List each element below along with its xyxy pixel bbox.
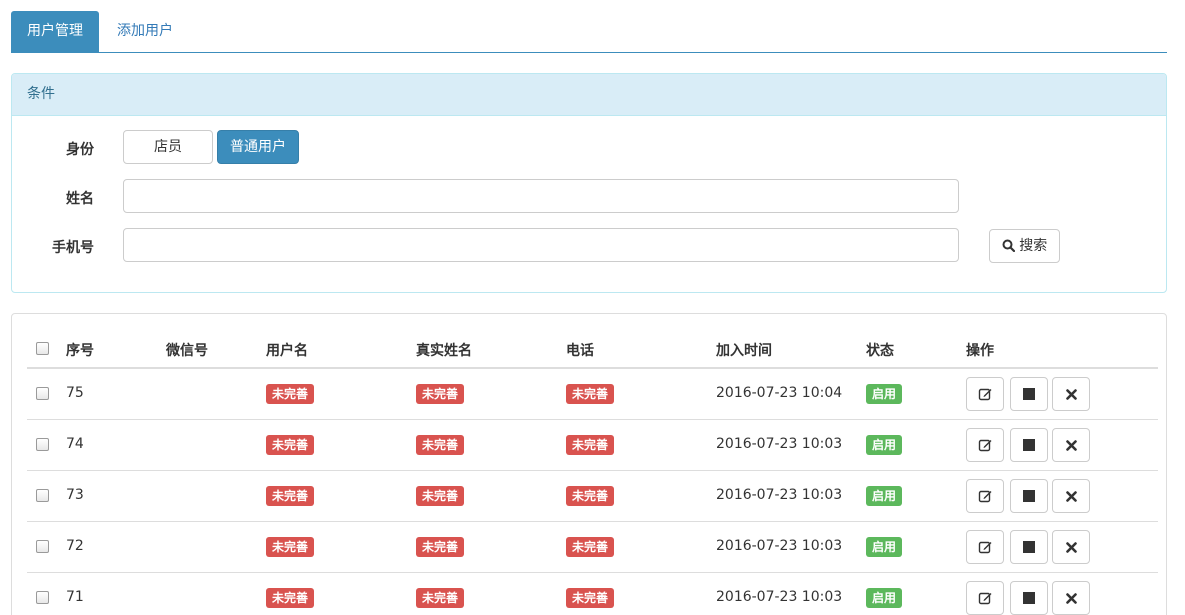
edit-button[interactable] xyxy=(966,530,1004,564)
search-button[interactable]: 搜索 xyxy=(989,229,1060,263)
delete-icon xyxy=(1065,439,1077,451)
status-badge: 启用 xyxy=(866,537,903,557)
tab-add-user[interactable]: 添加用户 xyxy=(101,11,189,52)
username-badge: 未完善 xyxy=(266,537,315,557)
row-joined-time: 2016-07-23 10:03 xyxy=(716,589,843,605)
row-joined-time: 2016-07-23 10:03 xyxy=(716,538,843,554)
row-divider xyxy=(27,521,1158,522)
status-badge: 启用 xyxy=(866,435,903,455)
stop-icon xyxy=(1023,388,1035,400)
delete-icon xyxy=(1065,388,1077,400)
realname-badge: 未完善 xyxy=(416,384,465,404)
row-checkbox[interactable] xyxy=(36,540,49,553)
row-checkbox[interactable] xyxy=(36,591,49,604)
status-badge: 启用 xyxy=(866,486,903,506)
role-option-clerk[interactable]: 店员 xyxy=(123,130,213,164)
row-id: 73 xyxy=(66,487,84,503)
phone-badge: 未完善 xyxy=(566,435,615,455)
header-realname: 真实姓名 xyxy=(416,343,472,359)
tab-bar: 用户管理 添加用户 xyxy=(11,11,1167,53)
search-icon xyxy=(1002,239,1015,253)
stop-icon xyxy=(1023,541,1035,553)
phone-badge: 未完善 xyxy=(566,486,615,506)
delete-icon xyxy=(1065,592,1077,604)
delete-icon xyxy=(1065,490,1077,502)
edit-icon xyxy=(978,439,992,452)
disable-button[interactable] xyxy=(1010,530,1048,564)
header-divider xyxy=(27,367,1158,369)
row-divider xyxy=(27,572,1158,573)
realname-badge: 未完善 xyxy=(416,435,465,455)
disable-button[interactable] xyxy=(1010,428,1048,462)
row-id: 74 xyxy=(66,436,84,452)
phone-badge: 未完善 xyxy=(566,537,615,557)
filter-panel-title: 条件 xyxy=(12,74,1166,116)
phone-input[interactable] xyxy=(123,228,959,262)
header-joined: 加入时间 xyxy=(716,343,772,359)
filter-panel: 条件 身份 店员 普通用户 姓名 手机号 搜索 xyxy=(11,73,1167,293)
edit-icon xyxy=(978,490,992,503)
delete-icon xyxy=(1065,541,1077,553)
role-option-normal-user[interactable]: 普通用户 xyxy=(217,130,299,164)
row-divider xyxy=(27,470,1158,471)
delete-button[interactable] xyxy=(1052,479,1090,513)
stop-icon xyxy=(1023,490,1035,502)
header-username: 用户名 xyxy=(266,343,308,359)
header-status: 状态 xyxy=(866,343,894,359)
phone-badge: 未完善 xyxy=(566,588,615,608)
delete-button[interactable] xyxy=(1052,530,1090,564)
edit-icon xyxy=(978,541,992,554)
row-checkbox[interactable] xyxy=(36,489,49,502)
tab-user-management[interactable]: 用户管理 xyxy=(11,11,99,52)
row-id: 72 xyxy=(66,538,84,554)
name-input[interactable] xyxy=(123,179,959,213)
stop-icon xyxy=(1023,592,1035,604)
header-actions: 操作 xyxy=(966,343,994,359)
header-phone: 电话 xyxy=(566,343,594,359)
stop-icon xyxy=(1023,439,1035,451)
username-badge: 未完善 xyxy=(266,588,315,608)
edit-button[interactable] xyxy=(966,428,1004,462)
role-label: 身份 xyxy=(66,142,94,158)
username-badge: 未完善 xyxy=(266,486,315,506)
status-badge: 启用 xyxy=(866,384,903,404)
header-id: 序号 xyxy=(66,343,94,359)
select-all-checkbox[interactable] xyxy=(36,342,49,355)
user-table-panel: 序号 微信号 用户名 真实姓名 电话 加入时间 状态 操作 75 未完善 未完善 未完… xyxy=(11,313,1167,615)
edit-icon xyxy=(978,388,992,401)
delete-button[interactable] xyxy=(1052,377,1090,411)
search-button-label: 搜索 xyxy=(1019,238,1048,254)
row-id: 75 xyxy=(66,385,84,401)
row-checkbox[interactable] xyxy=(36,387,49,400)
edit-button[interactable] xyxy=(966,377,1004,411)
realname-badge: 未完善 xyxy=(416,537,465,557)
header-wechat: 微信号 xyxy=(166,343,208,359)
row-id: 71 xyxy=(66,589,84,605)
realname-badge: 未完善 xyxy=(416,486,465,506)
row-checkbox[interactable] xyxy=(36,438,49,451)
phone-label: 手机号 xyxy=(52,240,94,256)
status-badge: 启用 xyxy=(866,588,903,608)
row-joined-time: 2016-07-23 10:04 xyxy=(716,385,843,401)
edit-button[interactable] xyxy=(966,479,1004,513)
disable-button[interactable] xyxy=(1010,581,1048,615)
phone-badge: 未完善 xyxy=(566,384,615,404)
row-joined-time: 2016-07-23 10:03 xyxy=(716,436,843,452)
row-joined-time: 2016-07-23 10:03 xyxy=(716,487,843,503)
disable-button[interactable] xyxy=(1010,377,1048,411)
edit-icon xyxy=(978,592,992,605)
username-badge: 未完善 xyxy=(266,384,315,404)
realname-badge: 未完善 xyxy=(416,588,465,608)
edit-button[interactable] xyxy=(966,581,1004,615)
disable-button[interactable] xyxy=(1010,479,1048,513)
delete-button[interactable] xyxy=(1052,581,1090,615)
username-badge: 未完善 xyxy=(266,435,315,455)
delete-button[interactable] xyxy=(1052,428,1090,462)
name-label: 姓名 xyxy=(66,191,94,207)
row-divider xyxy=(27,419,1158,420)
